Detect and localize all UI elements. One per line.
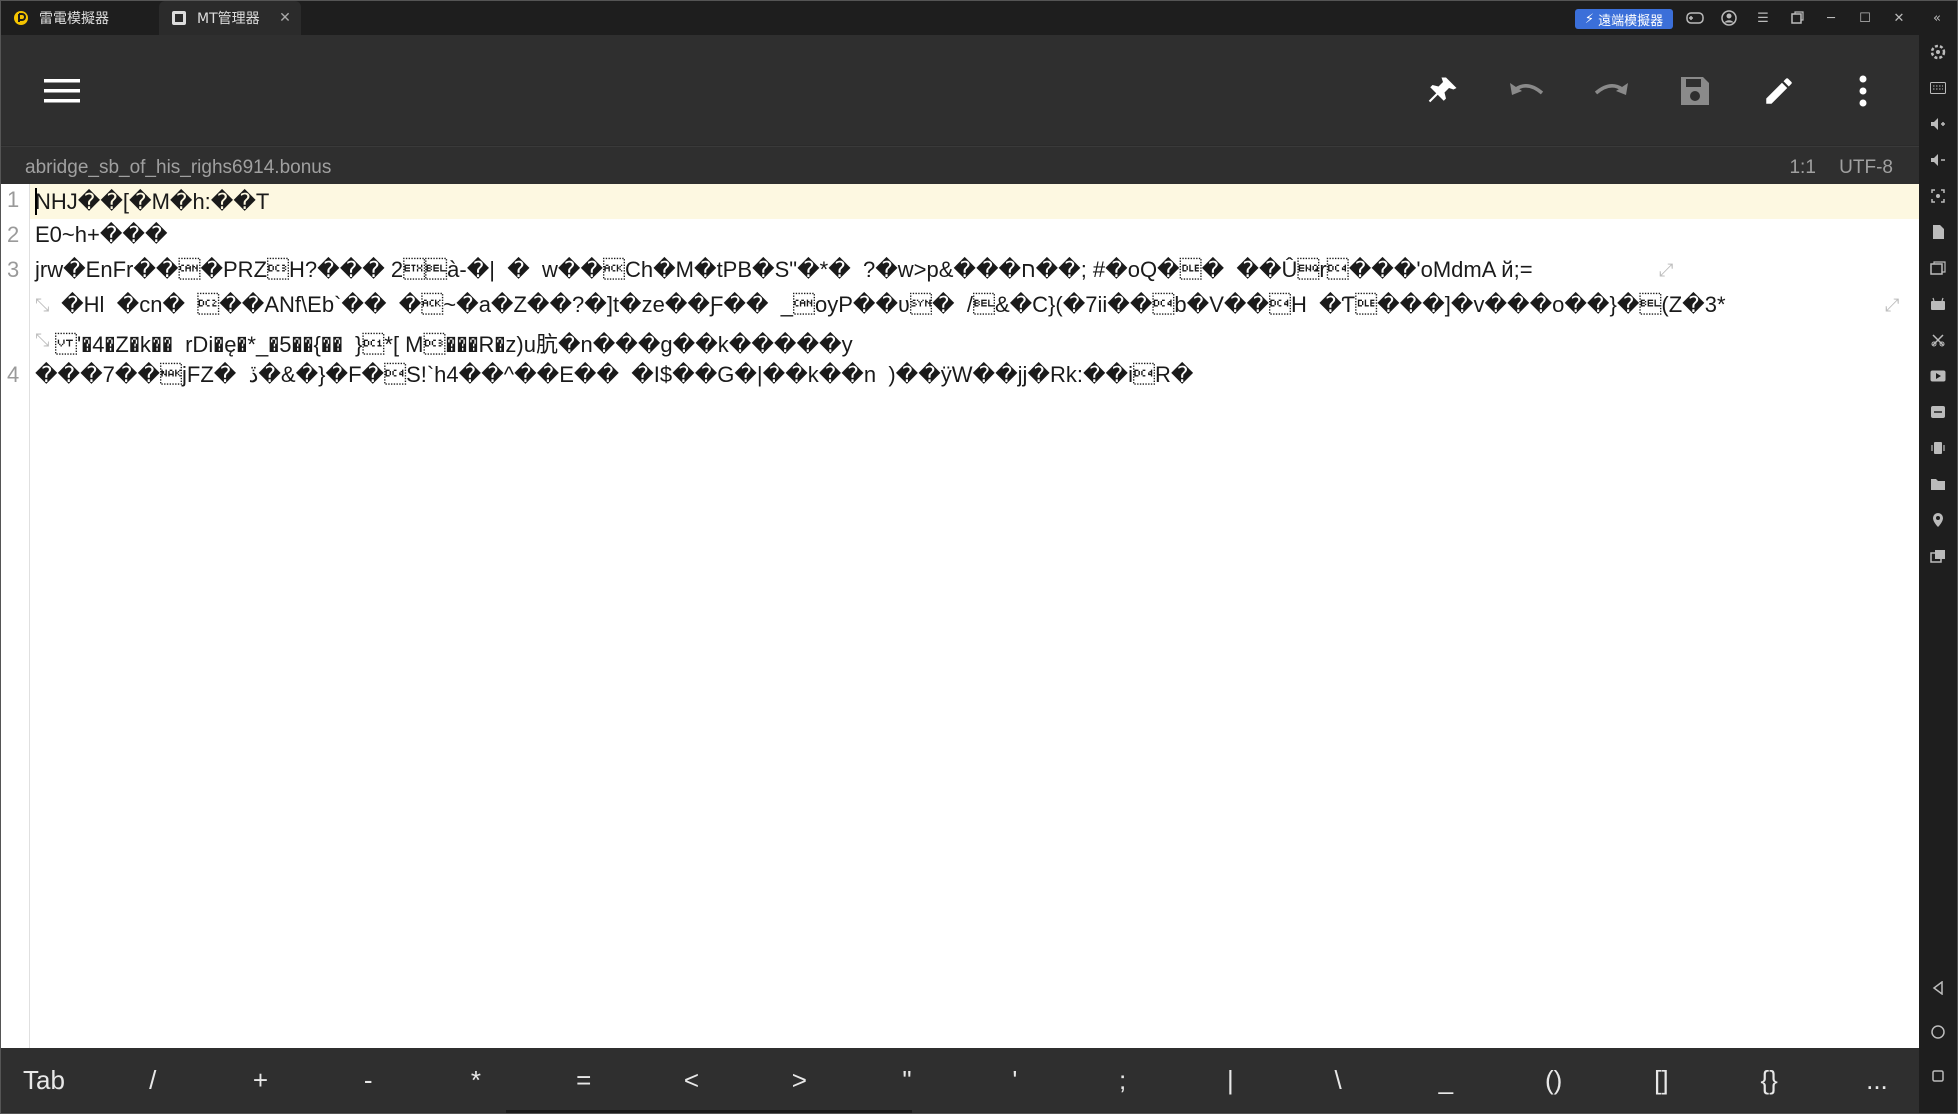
menu-icon[interactable] — [40, 69, 84, 113]
home-nav-icon[interactable] — [1928, 1022, 1948, 1042]
symbol-key-plus[interactable]: + — [240, 1065, 280, 1096]
minimize-icon[interactable]: ─ — [1822, 9, 1840, 27]
line-number: 3 — [7, 257, 20, 282]
location-icon[interactable] — [1928, 510, 1948, 530]
wrap-end-icon: ⤢ — [1659, 260, 1674, 281]
window-titlebar: 雷電模擬器 MT管理器 ✕ ⚡ 遠端模擬器 ☰ ─ ☐ ✕ « — [1, 1, 1957, 35]
file-info-bar: abridge_sb_of_his_righs6914.bonus 1:1 UT… — [1, 146, 1919, 185]
symbol-key-tab[interactable]: Tab — [23, 1065, 65, 1096]
current-line-highlight — [1, 184, 1919, 219]
cursor-position: 1:1 — [1789, 157, 1816, 178]
redo-icon[interactable] — [1589, 69, 1633, 113]
symbol-key-more[interactable]: ... — [1857, 1065, 1897, 1096]
close-window-icon[interactable]: ✕ — [1890, 9, 1908, 27]
tab-label: MT管理器 — [197, 11, 260, 27]
wrap-start-icon: ⤡ — [35, 330, 50, 351]
record-icon[interactable] — [1928, 222, 1948, 242]
code-line[interactable]: ���7��jFZ� ڏ�&�}�F�S!`h4��^��E�� �I$��… — [35, 362, 1193, 388]
code-line[interactable]: E0~h+��� — [35, 222, 168, 248]
sync-window-icon[interactable] — [1928, 546, 1948, 566]
volume-up-icon[interactable] — [1928, 114, 1948, 134]
lightning-icon: ⚡ — [1584, 11, 1595, 27]
back-nav-icon[interactable] — [1928, 978, 1948, 998]
tab-mt-manager[interactable]: MT管理器 ✕ — [159, 1, 301, 35]
code-line[interactable]: jrw�EnFr���PRZH?��� 2à-�| � w��Ch�M… — [35, 257, 1533, 283]
gamepad-icon[interactable] — [1686, 9, 1704, 27]
app-toolbar — [1, 35, 1919, 145]
tab-ldplayer[interactable]: 雷電模擬器 — [1, 1, 159, 35]
symbol-key-backslash[interactable]: \ — [1318, 1065, 1358, 1096]
symbol-key-slash[interactable]: / — [133, 1065, 173, 1096]
screenshot-crop-icon[interactable] — [1928, 186, 1948, 206]
volume-down-icon[interactable] — [1928, 150, 1948, 170]
symbol-key-underscore[interactable]: _ — [1426, 1065, 1466, 1096]
hamburger-menu-icon[interactable]: ☰ — [1754, 9, 1772, 27]
more-icon[interactable] — [1841, 69, 1885, 113]
recents-nav-icon[interactable] — [1928, 1066, 1948, 1086]
remote-emulator-button[interactable]: ⚡ 遠端模擬器 — [1575, 9, 1673, 29]
code-line-wrapped[interactable]: '�4�Z�k�� rDi�ę�*_�5��{�� }*[ M���R�z)… — [55, 327, 853, 359]
symbol-key-minus[interactable]: - — [348, 1065, 388, 1096]
close-tab-icon[interactable]: ✕ — [277, 10, 293, 26]
code-line[interactable]: NHJ��[�M�h:��T — [35, 187, 269, 217]
symbol-key-semicolon[interactable]: ; — [1103, 1065, 1143, 1096]
pin-icon[interactable] — [1421, 69, 1465, 113]
code-line-wrapped[interactable]: �Hl �cn� ��ANf\Eb`�� �~�a�Z��?�]t�ze��… — [55, 292, 1725, 318]
video-icon[interactable] — [1928, 366, 1948, 386]
wrap-end-icon: ⤢ — [1885, 295, 1900, 316]
symbol-key-asterisk[interactable]: * — [456, 1065, 496, 1096]
shake-icon[interactable] — [1928, 438, 1948, 458]
collapse-sidebar-icon[interactable]: « — [1928, 9, 1946, 27]
symbol-key-less-than[interactable]: < — [672, 1065, 712, 1096]
edit-icon[interactable] — [1757, 69, 1801, 113]
undo-icon[interactable] — [1505, 69, 1549, 113]
settings-gear-icon[interactable] — [1928, 42, 1948, 62]
symbol-bar-scroll-indicator — [506, 1110, 912, 1113]
line-number: 4 — [7, 362, 20, 387]
remote-emulator-label: 遠端模擬器 — [1598, 13, 1664, 29]
symbol-key-greater-than[interactable]: > — [779, 1065, 819, 1096]
line-number-gutter — [1, 184, 30, 1048]
symbol-key-double-quote[interactable]: " — [887, 1065, 927, 1096]
symbol-key-brackets[interactable]: [] — [1641, 1065, 1681, 1096]
symbol-key-single-quote[interactable]: ' — [995, 1065, 1035, 1096]
symbol-key-braces[interactable]: {} — [1749, 1065, 1789, 1096]
macro-icon[interactable] — [1928, 402, 1948, 422]
text-cursor — [35, 188, 37, 215]
file-status: 1:1 UTF-8 — [1771, 157, 1893, 179]
keyboard-icon[interactable] — [1928, 78, 1948, 98]
encoding-label[interactable]: UTF-8 — [1839, 157, 1893, 178]
ldplayer-logo-icon — [13, 10, 29, 26]
symbol-key-pipe[interactable]: | — [1210, 1065, 1250, 1096]
emulator-sidebar — [1919, 35, 1957, 1113]
folder-icon[interactable] — [1928, 474, 1948, 494]
symbol-key-parentheses[interactable]: () — [1534, 1065, 1574, 1096]
text-editor[interactable]: 1 NHJ��[�M�h:��T 2 E0~h+��� 3 jrw�EnFr�… — [1, 184, 1919, 1048]
window-restore-icon[interactable] — [1788, 9, 1806, 27]
line-number: 1 — [7, 187, 20, 212]
save-icon[interactable] — [1673, 69, 1717, 113]
account-icon[interactable] — [1720, 9, 1738, 27]
file-name: abridge_sb_of_his_righs6914.bonus — [25, 157, 332, 178]
apk-install-icon[interactable] — [1928, 294, 1948, 314]
tab-label: 雷電模擬器 — [39, 11, 109, 27]
wrap-start-icon: ⤡ — [35, 295, 50, 316]
mt-app-icon — [171, 10, 187, 26]
line-number: 2 — [7, 222, 20, 247]
multi-window-icon[interactable] — [1928, 258, 1948, 278]
maximize-icon[interactable]: ☐ — [1856, 9, 1874, 27]
symbol-key-equals[interactable]: = — [564, 1065, 604, 1096]
scissors-icon[interactable] — [1928, 330, 1948, 350]
symbol-input-bar: Tab / + - * = < > " ' ; | \ _ () [] {} .… — [1, 1048, 1919, 1112]
